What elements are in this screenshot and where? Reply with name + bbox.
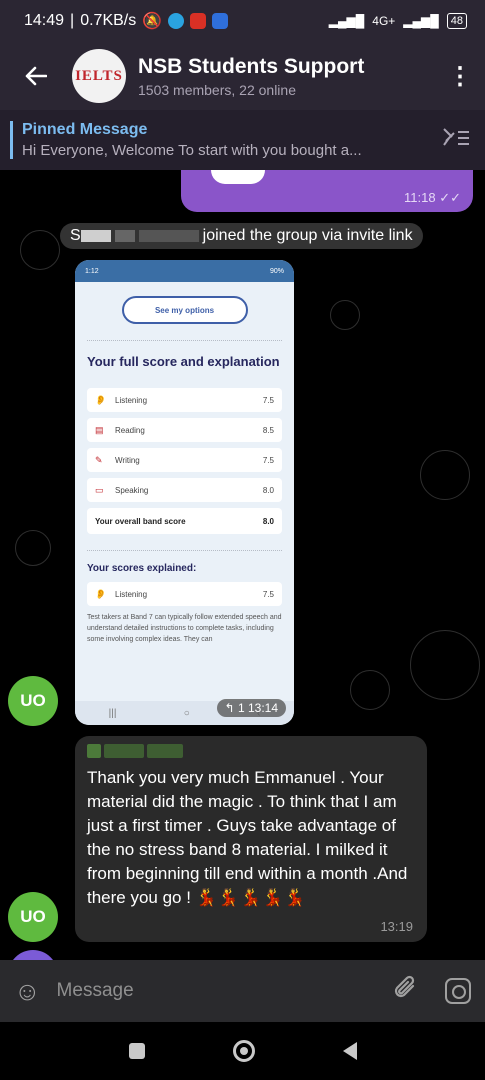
score-row: 👂 Listening 7.5 (87, 388, 282, 412)
explanation-paragraph: Test takers at Band 7 can typically foll… (87, 614, 282, 643)
message-time: ↰ 1 13:14 (216, 699, 286, 717)
outgoing-media-preview (211, 170, 265, 184)
background-doodle (15, 530, 51, 566)
pin-list-icon[interactable] (441, 126, 471, 154)
service-text: joined the group via invite link (202, 227, 413, 244)
dancer-emoji: 💃💃💃💃💃 (195, 888, 307, 907)
chat-header: IELTS NSB Students Support 1503 members,… (0, 42, 485, 110)
chat-messages-area[interactable]: 11:18 ✓✓ S joined the group via invite l… (0, 170, 485, 960)
background-doodle (330, 300, 360, 330)
overall-score-row: Your overall band score 8.0 (87, 508, 282, 534)
score-row: 👂 Listening 7.5 (87, 582, 282, 606)
avatar[interactable]: UO (8, 676, 58, 726)
group-member-count: 1503 members, 22 online (138, 81, 296, 98)
status-time: 14:49 (24, 12, 65, 29)
emoji-icon[interactable]: ☺ (14, 976, 41, 1007)
group-title: NSB Students Support (138, 54, 365, 78)
network-type: 4G+ (372, 14, 396, 28)
message-input-bar: ☺ Message (0, 960, 485, 1022)
back-arrow-icon[interactable] (0, 42, 72, 110)
camera-icon[interactable] (445, 978, 471, 1004)
signal-icon-2: ▂▄▆█ (403, 14, 439, 28)
see-options-button: See my options (121, 296, 248, 324)
group-avatar[interactable]: IELTS (72, 49, 126, 103)
pinned-preview: Hi Everyone, Welcome To start with you b… (22, 142, 362, 159)
more-vertical-icon[interactable]: ⋮ (435, 42, 485, 110)
pinned-title: Pinned Message (22, 121, 148, 138)
background-doodle (410, 630, 480, 700)
background-doodle (20, 230, 60, 270)
recents-icon[interactable] (128, 1043, 145, 1059)
back-triangle-icon[interactable] (342, 1042, 357, 1060)
background-doodle (350, 670, 390, 710)
redacted-name (80, 230, 111, 242)
mute-icon: 🔕 (142, 13, 163, 30)
photo-message[interactable]: 1:12 90% See my options Your full score … (75, 260, 294, 725)
service-message: S joined the group via invite link (60, 223, 423, 249)
phone-app-icon (212, 13, 229, 29)
avatar[interactable]: UO (8, 892, 58, 942)
score-row: ▤ Reading 8.5 (87, 418, 282, 442)
pinned-indicator (10, 121, 13, 159)
message-input[interactable]: Message (57, 980, 134, 1002)
score-row: ✎ Writing 7.5 (87, 448, 282, 472)
network-speed: 0.7KB/s (80, 12, 137, 29)
service-prefix: S (70, 227, 81, 244)
score-heading: Your full score and explanation (87, 354, 280, 369)
incoming-message[interactable]: Thank you very much Emmanuel . Your mate… (75, 736, 427, 942)
screenshot-status-bar: 1:12 90% (75, 260, 294, 282)
pinned-message-bar[interactable]: Pinned Message Hi Everyone, Welcome To s… (0, 110, 485, 170)
group-avatar-logo: IELTS (75, 67, 123, 84)
sender-name-redacted (87, 744, 415, 758)
message-time: 13:19 (380, 919, 413, 934)
battery-icon: 48 (446, 13, 467, 29)
gmail-icon (190, 13, 207, 29)
telegram-icon (168, 13, 185, 29)
avatar[interactable] (8, 950, 58, 960)
redacted-name (138, 230, 199, 242)
paperclip-icon[interactable] (393, 975, 419, 1008)
outgoing-message[interactable]: 11:18 ✓✓ (181, 170, 473, 212)
message-text: Thank you very much Emmanuel . Your mate… (87, 768, 408, 907)
system-navigation-bar (0, 1022, 485, 1080)
home-icon[interactable] (232, 1040, 255, 1062)
status-bar: 14:49 | 0.7KB/s 🔕 ▂▄▆█ 4G+ ▂▄▆█ 48 (0, 0, 485, 42)
score-row: ▭ Speaking 8.0 (87, 478, 282, 502)
signal-icon: ▂▄▆█ (328, 14, 365, 28)
group-title-area[interactable]: NSB Students Support 1503 members, 22 on… (138, 55, 364, 98)
redacted-name (114, 230, 135, 242)
explained-heading: Your scores explained: (87, 563, 197, 574)
message-time: 11:18 ✓✓ (404, 190, 461, 205)
background-doodle (420, 450, 470, 500)
